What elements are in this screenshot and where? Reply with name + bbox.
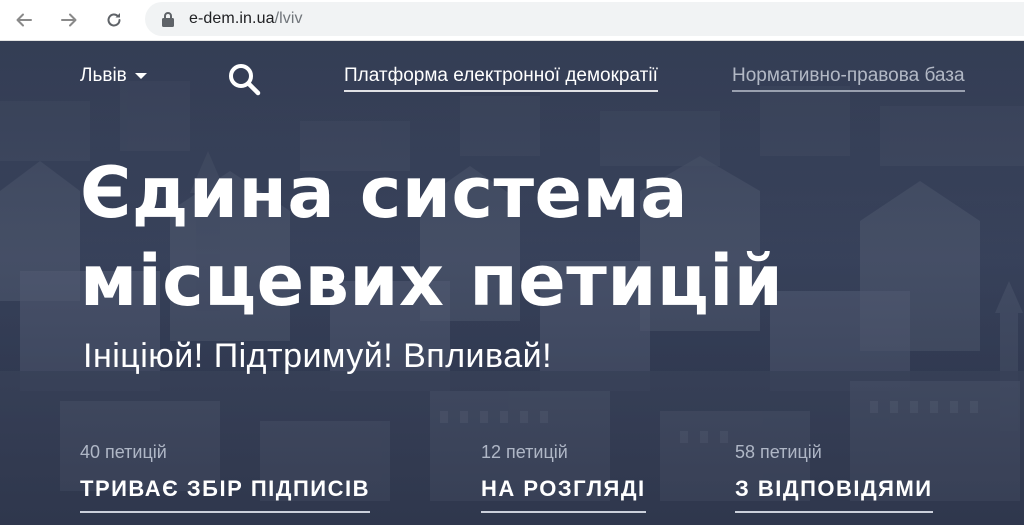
lock-icon <box>161 11 175 27</box>
back-arrow-icon[interactable] <box>9 5 39 35</box>
site-navigation: Львів Платформа електронної демократії Н… <box>0 41 1024 121</box>
url-host: e-dem.in.ua <box>189 10 275 27</box>
headline-line-2: місцевих петицій <box>80 240 784 322</box>
nav-link-platform[interactable]: Платформа електронної демократії <box>344 65 658 92</box>
url-text: e-dem.in.ua/lviv <box>189 10 303 28</box>
stat-answered[interactable]: 58 петицій З ВІДПОВІДЯМИ <box>735 442 933 513</box>
stat-under-review[interactable]: 12 петицій НА РОЗГЛЯДІ <box>481 442 646 513</box>
stat-count: 12 петицій <box>481 442 568 462</box>
caret-down-icon <box>134 73 147 79</box>
city-dropdown-label: Львів <box>80 65 127 86</box>
hero-headline: Єдина система місцевих петицій <box>80 149 980 325</box>
search-icon[interactable] <box>226 61 262 97</box>
reload-icon[interactable] <box>99 5 129 35</box>
stat-count: 58 петицій <box>735 442 822 462</box>
city-dropdown[interactable]: Львів <box>80 65 147 87</box>
browser-toolbar: e-dem.in.ua/lviv <box>0 0 1024 41</box>
stat-count: 40 петицій <box>80 442 167 462</box>
stat-collecting-signatures[interactable]: 40 петицій ТРИВАЄ ЗБІР ПІДПИСІВ <box>80 442 370 513</box>
address-bar[interactable]: e-dem.in.ua/lviv <box>145 2 1024 36</box>
url-path: /lviv <box>274 10 303 27</box>
stat-label[interactable]: З ВІДПОВІДЯМИ <box>735 476 933 513</box>
stat-label[interactable]: ТРИВАЄ ЗБІР ПІДПИСІВ <box>80 476 370 513</box>
forward-arrow-icon[interactable] <box>54 5 84 35</box>
hero-section: Львів Платформа електронної демократії Н… <box>0 41 1024 525</box>
stat-label[interactable]: НА РОЗГЛЯДІ <box>481 476 646 513</box>
headline-line-1: Єдина система <box>80 152 688 234</box>
hero-tagline: Ініціюй! Підтримуй! Впливай! <box>83 337 553 375</box>
nav-link-legal-base[interactable]: Нормативно-правова база <box>732 65 965 92</box>
